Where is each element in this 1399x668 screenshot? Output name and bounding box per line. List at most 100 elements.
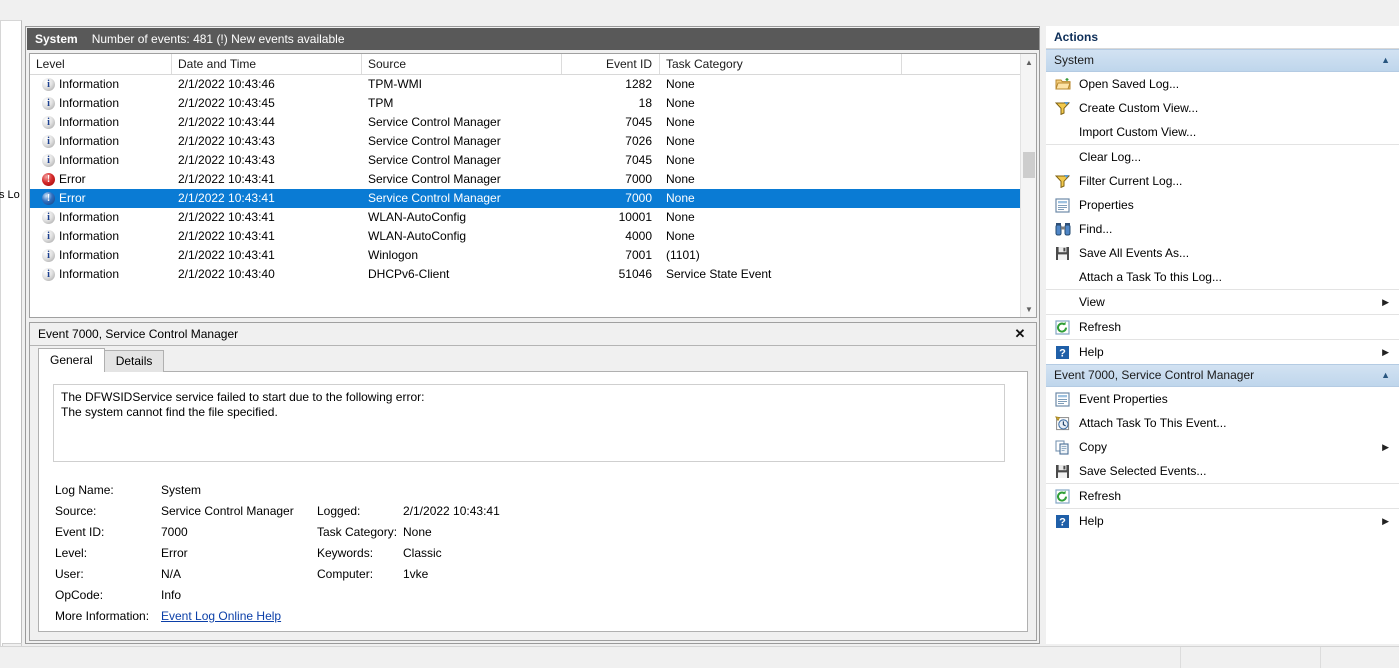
action-item-label: Filter Current Log...: [1079, 174, 1183, 188]
attach-task-icon: [1054, 415, 1071, 431]
level-label: Information: [59, 134, 120, 148]
more-information-field-label: More Information:: [55, 609, 150, 623]
chevron-up-icon[interactable]: ▲: [1381, 365, 1390, 386]
event-details-title: Event 7000, Service Control Manager ✕: [30, 323, 1036, 346]
level-label: Error: [59, 172, 86, 186]
table-row[interactable]: i Information 2/1/2022 10:43:43 Service Con…: [30, 151, 1036, 170]
info-icon: i: [42, 97, 55, 110]
actions-group-header[interactable]: Event 7000, Service Control Manager ▲: [1046, 364, 1399, 387]
cell-source: Service Control Manager: [368, 115, 501, 129]
cell-source: TPM-WMI: [368, 77, 422, 91]
table-row[interactable]: i Information 2/1/2022 10:43:44 Service Con…: [30, 113, 1036, 132]
cell-level: i Information: [30, 227, 172, 246]
column-header-event-id[interactable]: Event ID: [562, 54, 660, 74]
error-icon: !: [42, 173, 55, 186]
submenu-arrow-icon[interactable]: ▶: [1382, 297, 1389, 308]
table-row[interactable]: i Information 2/1/2022 10:43:46 TPM-WMI 1282…: [30, 75, 1036, 94]
action-item-label: Help: [1079, 345, 1104, 359]
cell-level: ! Error: [30, 170, 172, 189]
cell-source: Service Control Manager: [368, 191, 501, 205]
action-item-save-all-events-as[interactable]: Save All Events As...: [1046, 241, 1399, 265]
event-description-box: The DFWSIDService service failed to star…: [53, 384, 1005, 462]
level-field-label: Level:: [55, 546, 88, 560]
level-label: Information: [59, 115, 120, 129]
status-bar-divider: [1180, 647, 1181, 668]
scroll-down-button[interactable]: ▼: [1021, 301, 1036, 317]
submenu-arrow-icon[interactable]: ▶: [1382, 442, 1389, 453]
action-item-properties[interactable]: Properties: [1046, 193, 1399, 217]
table-row[interactable]: i Information 2/1/2022 10:43:41 Winlogon 700…: [30, 246, 1036, 265]
action-item-refresh[interactable]: Refresh: [1046, 314, 1399, 339]
close-icon[interactable]: ✕: [1011, 325, 1029, 343]
level-label: Information: [59, 248, 120, 262]
action-item-refresh[interactable]: Refresh: [1046, 483, 1399, 508]
action-item-help[interactable]: ? Help ▶: [1046, 339, 1399, 364]
column-header-source[interactable]: Source: [362, 54, 562, 74]
action-item-label: Import Custom View...: [1079, 125, 1197, 139]
action-item-attach-a-task-to-this-log[interactable]: Attach a Task To this Log...: [1046, 265, 1399, 289]
metadata-row: User: N/A Computer: 1vke: [55, 564, 1013, 585]
table-row[interactable]: i Information 2/1/2022 10:43:41 WLAN-AutoCo…: [30, 227, 1036, 246]
action-item-label: Copy: [1079, 440, 1108, 454]
action-item-view[interactable]: View ▶: [1046, 289, 1399, 314]
info-icon: i: [42, 211, 55, 224]
table-row[interactable]: ! Error 2/1/2022 10:43:41 Service Control M…: [30, 170, 1036, 189]
action-item-import-custom-view[interactable]: Import Custom View...: [1046, 120, 1399, 144]
help-icon: ?: [1054, 344, 1071, 360]
event-id-field-label: Event ID:: [55, 525, 105, 539]
submenu-arrow-icon[interactable]: ▶: [1382, 516, 1389, 527]
submenu-arrow-icon[interactable]: ▶: [1382, 347, 1389, 358]
level-label: Error: [59, 191, 86, 205]
action-item-open-saved-log[interactable]: Open Saved Log...: [1046, 72, 1399, 96]
table-row[interactable]: i Information 2/1/2022 10:43:43 Service Con…: [30, 132, 1036, 151]
action-item-filter-current-log[interactable]: Filter Current Log...: [1046, 169, 1399, 193]
action-item-event-properties[interactable]: Event Properties: [1046, 387, 1399, 411]
actions-group-title: System: [1054, 53, 1095, 67]
source-field-value: Service Control Manager: [161, 504, 294, 518]
save-icon: [1054, 245, 1071, 261]
column-header-task-category[interactable]: Task Category: [660, 54, 902, 74]
table-row[interactable]: i Information 2/1/2022 10:43:45 TPM 18 None: [30, 94, 1036, 113]
user-field-label: User:: [55, 567, 84, 581]
cell-level: i Information: [30, 208, 172, 227]
column-header-date-and-time[interactable]: Date and Time: [172, 54, 362, 74]
refresh-icon: [1054, 319, 1071, 335]
event-viewer-window: s Lo ≫ System Number of events: 481 (!) …: [0, 0, 1399, 668]
event-details-tabs: General Details: [38, 348, 165, 372]
cell-source: Service Control Manager: [368, 134, 501, 148]
action-item-clear-log[interactable]: Clear Log...: [1046, 144, 1399, 169]
column-header-level[interactable]: Level: [30, 54, 172, 74]
table-row[interactable]: i Information 2/1/2022 10:43:40 DHCPv6-Clie…: [30, 265, 1036, 284]
action-item-label: Save Selected Events...: [1079, 464, 1207, 478]
info-icon: i: [42, 135, 55, 148]
table-row[interactable]: i Information 2/1/2022 10:43:41 WLAN-AutoCo…: [30, 208, 1036, 227]
tab-details[interactable]: Details: [103, 350, 165, 372]
chevron-up-icon[interactable]: ▲: [1381, 50, 1390, 71]
action-item-label: Attach a Task To this Log...: [1079, 270, 1222, 284]
actions-group-header[interactable]: System ▲: [1046, 49, 1399, 72]
action-item-help[interactable]: ? Help ▶: [1046, 508, 1399, 533]
action-item-save-selected-events[interactable]: Save Selected Events...: [1046, 459, 1399, 483]
action-item-attach-task-to-this-event[interactable]: Attach Task To This Event...: [1046, 411, 1399, 435]
scrollbar-thumb[interactable]: [1023, 152, 1035, 178]
task-category-field-label: Task Category:: [317, 525, 398, 539]
info-icon: i: [42, 268, 55, 281]
computer-field-label: Computer:: [317, 567, 374, 581]
level-label: Information: [59, 96, 120, 110]
table-row[interactable]: ! Error 2/1/2022 10:43:41 Service Control M…: [30, 189, 1036, 208]
cell-datetime: 2/1/2022 10:43:45: [178, 96, 275, 110]
event-list-scrollbar[interactable]: ▲ ▼: [1020, 54, 1036, 317]
scroll-up-button[interactable]: ▲: [1021, 54, 1036, 70]
cell-event-id: 18: [638, 96, 652, 110]
action-item-copy[interactable]: Copy ▶: [1046, 435, 1399, 459]
level-field-value: Error: [161, 546, 188, 560]
event-id-field-value: 7000: [161, 525, 188, 539]
action-item-find[interactable]: Find...: [1046, 217, 1399, 241]
cell-level: i Information: [30, 151, 172, 170]
action-item-create-custom-view[interactable]: Create Custom View...: [1046, 96, 1399, 120]
level-label: Information: [59, 229, 120, 243]
tab-general[interactable]: General: [38, 348, 105, 372]
cell-task-category: None: [666, 77, 695, 91]
action-item-label: Refresh: [1079, 489, 1122, 503]
event-log-online-help-link[interactable]: Event Log Online Help: [161, 606, 281, 627]
